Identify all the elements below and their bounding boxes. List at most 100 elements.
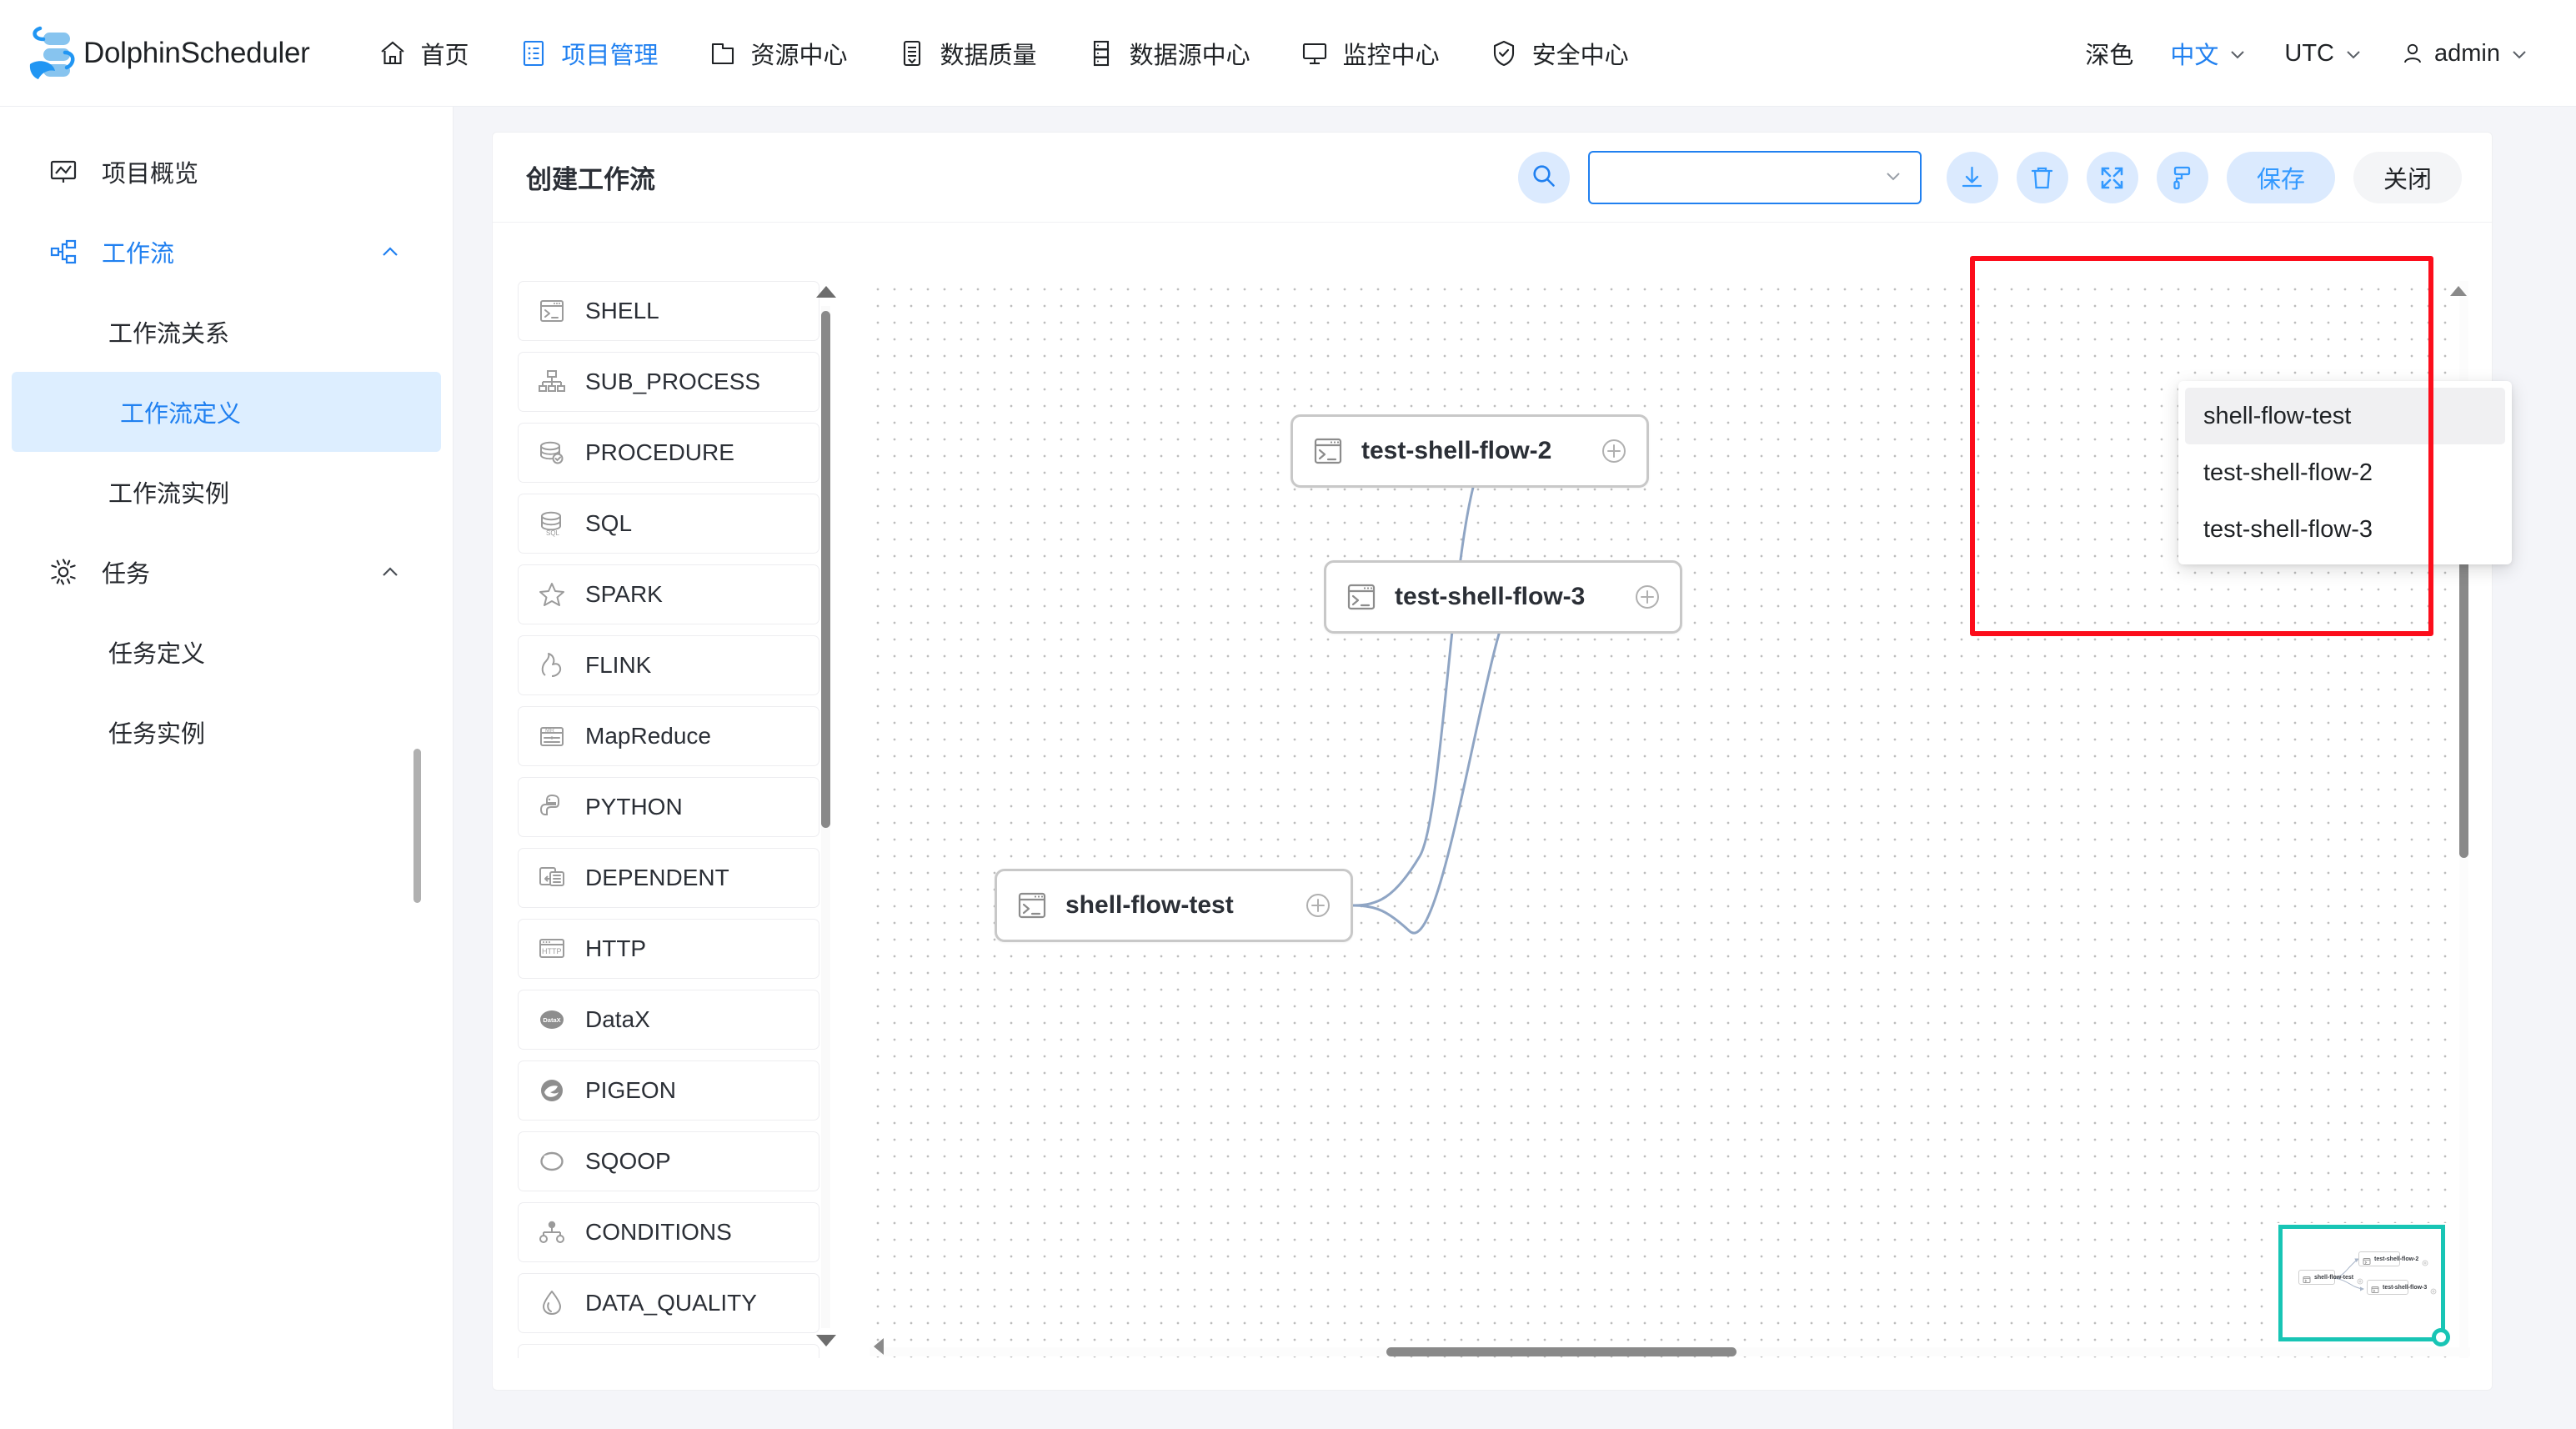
task-type-shell[interactable]: SHELL [518, 281, 819, 341]
canvas-vertical-scrollbar-thumb[interactable] [2459, 549, 2468, 858]
svg-text:MR: MR [545, 728, 554, 734]
shell-icon [1015, 889, 1049, 922]
task-type-mapreduce-label: MapReduce [585, 723, 711, 749]
language-selector-label: 中文 [2170, 43, 2219, 69]
dropdown-option-shell-flow-test-label: shell-flow-test [2203, 402, 2352, 429]
task-type-spark[interactable]: SPARK [518, 564, 819, 624]
sidebar-item-task-definition[interactable]: 任务定义 [0, 612, 453, 692]
subprocess-icon [537, 367, 567, 397]
left-sidebar: 项目概览 工作流 工作流关系 工作流定义 工作流实例 任务 任务定义 任务实例 [0, 107, 454, 1429]
task-type-pigeon-label: PIGEON [585, 1077, 676, 1103]
format-button[interactable] [2156, 152, 2208, 203]
main-menu: 首页 项目管理 资源中心 数据质量 数据源中心 监控中心 安全中心 [353, 0, 1654, 107]
task-type-data-quality[interactable]: DATA_QUALITY [518, 1273, 819, 1333]
user-icon [2400, 41, 2425, 66]
task-type-pigeon[interactable]: PIGEON [518, 1060, 819, 1121]
nav-item-security-center[interactable]: 安全中心 [1465, 0, 1654, 107]
task-type-list: SHELL SUB_PROCESS PROCEDURE SQL SQL SPAR… [518, 281, 844, 1358]
dropdown-option-test-shell-flow-2-label: test-shell-flow-2 [2203, 459, 2373, 486]
task-type-procedure[interactable]: PROCEDURE [518, 423, 819, 483]
language-selector[interactable]: 中文 [2152, 36, 2266, 71]
task-type-conditions-label: CONDITIONS [585, 1219, 732, 1245]
trash-icon [2028, 164, 2056, 192]
save-button-label: 保存 [2256, 167, 2305, 193]
theme-toggle[interactable]: 深色 [2067, 36, 2152, 71]
canvas-node-shell-flow-test-label: shell-flow-test [1065, 891, 1234, 919]
canvas-node-shell-flow-test[interactable]: shell-flow-test [995, 869, 1353, 942]
task-search-select[interactable] [1588, 151, 1922, 204]
chevron-down-icon[interactable] [1882, 164, 1905, 192]
nav-item-datasource-center[interactable]: 数据源中心 [1062, 0, 1275, 107]
task-type-datax[interactable]: DataX DataX [518, 990, 819, 1050]
search-button[interactable] [1518, 152, 1570, 203]
chevron-down-icon [2509, 43, 2529, 63]
minimap-resize-handle[interactable] [2432, 1328, 2450, 1346]
timezone-selector[interactable]: UTC [2266, 40, 2382, 68]
conditions-icon [537, 1217, 567, 1247]
task-type-sub-process-label: SUB_PROCESS [585, 369, 761, 394]
canvas-scroll-up-arrow[interactable] [2450, 286, 2467, 296]
nav-item-data-quality[interactable]: 数据质量 [873, 0, 1062, 107]
save-button[interactable]: 保存 [2226, 152, 2335, 203]
sidebar-item-project-overview[interactable]: 项目概览 [0, 132, 453, 212]
task-type-sqoop[interactable]: SQOOP [518, 1131, 819, 1191]
task-type-conditions[interactable]: CONDITIONS [518, 1202, 819, 1262]
fullscreen-button[interactable] [2086, 152, 2138, 203]
sidebar-item-workflow-instance-label: 工作流实例 [108, 481, 230, 508]
brand-name: DolphinScheduler [83, 36, 310, 69]
nav-item-resource-center-label: 资源中心 [750, 42, 848, 69]
task-type-sql[interactable]: SQL SQL [518, 494, 819, 554]
task-type-sql-label: SQL [585, 510, 633, 536]
datasource-icon [1087, 39, 1115, 68]
dropdown-option-test-shell-flow-2[interactable]: test-shell-flow-2 [2185, 444, 2505, 501]
timezone-selector-label: UTC [2284, 39, 2334, 67]
task-search-dropdown[interactable]: shell-flow-test test-shell-flow-2 test-s… [2178, 381, 2512, 564]
task-list-scroll-down-arrow[interactable] [816, 1335, 836, 1346]
data-quality-icon [898, 39, 926, 68]
task-list-scrollbar-thumb[interactable] [821, 311, 830, 828]
sidebar-item-project-overview-label: 项目概览 [102, 161, 199, 188]
task-type-http[interactable]: HTTP HTTP [518, 919, 819, 979]
canvas-scroll-left-arrow[interactable] [874, 1338, 884, 1355]
task-type-dependent[interactable]: DEPENDENT [518, 848, 819, 908]
chevron-up-icon[interactable] [379, 561, 401, 583]
nav-item-monitor-center[interactable]: 监控中心 [1275, 0, 1465, 107]
sidebar-item-workflow-definition[interactable]: 工作流定义 [12, 372, 441, 452]
brand[interactable]: DolphinScheduler [0, 24, 310, 83]
minimap-viewport[interactable] [2278, 1225, 2450, 1346]
canvas-horizontal-scrollbar-thumb[interactable] [1386, 1347, 1737, 1356]
task-type-python[interactable]: PYTHON [518, 777, 819, 837]
nav-item-datasource-center-label: 数据源中心 [1129, 42, 1250, 69]
nav-item-home[interactable]: 首页 [353, 0, 494, 107]
download-button[interactable] [1946, 152, 1998, 203]
plus-circle-icon[interactable] [1633, 583, 1661, 611]
task-type-mapreduce[interactable]: MR MapReduce [518, 706, 819, 766]
sidebar-item-workflow-relation[interactable]: 工作流关系 [0, 292, 453, 372]
canvas-node-test-shell-flow-2[interactable]: test-shell-flow-2 [1291, 414, 1649, 488]
user-menu[interactable]: admin [2382, 40, 2548, 68]
canvas-minimap[interactable]: shell-flow-test test-shell-flow-2 test-s… [2275, 1223, 2450, 1346]
task-type-switch[interactable]: SWITCH [518, 1344, 819, 1358]
canvas-node-test-shell-flow-3[interactable]: test-shell-flow-3 [1324, 560, 1682, 634]
task-type-http-label: HTTP [585, 935, 647, 961]
task-type-sub-process[interactable]: SUB_PROCESS [518, 352, 819, 412]
close-button-label: 关闭 [2383, 167, 2432, 193]
plus-circle-icon[interactable] [1304, 891, 1332, 920]
delete-button[interactable] [2016, 152, 2068, 203]
search-group [1518, 133, 1922, 223]
task-list-scroll-up-arrow[interactable] [816, 286, 836, 298]
plus-circle-icon[interactable] [1600, 437, 1628, 465]
sidebar-item-task-instance[interactable]: 任务实例 [0, 692, 453, 772]
sidebar-item-workflow-instance[interactable]: 工作流实例 [0, 452, 453, 532]
task-type-flink[interactable]: FLINK [518, 635, 819, 695]
sidebar-item-workflow[interactable]: 工作流 [0, 212, 453, 292]
close-button[interactable]: 关闭 [2353, 152, 2462, 203]
sidebar-item-task[interactable]: 任务 [0, 532, 453, 612]
nav-item-project-management[interactable]: 项目管理 [494, 0, 684, 107]
chevron-up-icon[interactable] [379, 241, 401, 263]
dropdown-option-test-shell-flow-3[interactable]: test-shell-flow-3 [2185, 501, 2505, 558]
dropdown-option-shell-flow-test[interactable]: shell-flow-test [2185, 388, 2505, 444]
sidebar-scrollbar-thumb[interactable] [413, 749, 421, 903]
nav-item-resource-center[interactable]: 资源中心 [684, 0, 873, 107]
dolphin-logo-icon [25, 24, 77, 83]
